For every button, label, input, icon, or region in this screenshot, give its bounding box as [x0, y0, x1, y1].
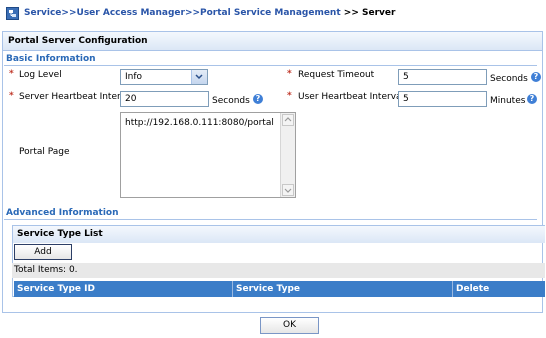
request-timeout-input[interactable]: 5: [398, 69, 487, 85]
required-mark: *: [287, 91, 292, 101]
section-divider: [4, 219, 537, 220]
breadcrumb-separator: >>: [184, 8, 201, 18]
basic-information-heading: Basic Information: [6, 54, 96, 64]
portal-page-label: Portal Page: [19, 147, 70, 157]
breadcrumb-separator: >>: [340, 8, 362, 18]
user-heartbeat-interval-label: User Heartbeat Interval: [298, 92, 405, 102]
user-heartbeat-unit: Minutes: [490, 96, 526, 106]
scroll-up-icon[interactable]: [282, 114, 294, 126]
breadcrumb-current-server: Server: [362, 8, 396, 18]
server-heartbeat-interval-label: Server Heartbeat Interval: [19, 92, 135, 102]
server-heartbeat-interval-input[interactable]: 20: [120, 91, 209, 107]
textarea-scrollbar[interactable]: [280, 113, 295, 197]
portal-page-textarea[interactable]: http://192.168.0.111:8080/portal: [120, 112, 296, 198]
breadcrumb-separator: >>: [61, 8, 77, 18]
portal-page-value: http://192.168.0.111:8080/portal: [125, 118, 274, 128]
section-divider: [4, 65, 537, 66]
breadcrumb-user-access-manager[interactable]: User Access Manager: [77, 8, 185, 18]
required-mark: *: [9, 69, 14, 79]
user-heartbeat-interval-input[interactable]: 5: [398, 91, 487, 107]
breadcrumb-service[interactable]: Service: [24, 8, 61, 18]
help-icon[interactable]: ?: [253, 94, 263, 104]
required-mark: *: [9, 91, 14, 101]
ok-button[interactable]: OK: [260, 317, 319, 334]
service-type-list-title: Service Type List: [13, 226, 545, 243]
request-timeout-label: Request Timeout: [298, 70, 375, 80]
server-heartbeat-unit: Seconds: [212, 96, 250, 106]
log-level-value: Info: [125, 72, 143, 82]
total-items: Total Items: 0.: [12, 263, 545, 278]
panel-title: Portal Server Configuration: [3, 32, 542, 51]
breadcrumb-bar: Service>>User Access Manager>>Portal Ser…: [0, 0, 546, 26]
log-level-label: Log Level: [19, 70, 62, 80]
column-service-type[interactable]: Service Type: [233, 281, 453, 297]
breadcrumb: Service>>User Access Manager>>Portal Ser…: [24, 8, 395, 18]
advanced-information-heading: Advanced Information: [6, 208, 119, 218]
chevron-down-icon[interactable]: [191, 70, 207, 84]
help-icon[interactable]: ?: [527, 94, 537, 104]
scroll-down-icon[interactable]: [282, 184, 294, 196]
breadcrumb-portal-service-management[interactable]: Portal Service Management: [200, 8, 341, 18]
required-mark: *: [287, 69, 292, 79]
log-level-select[interactable]: Info: [120, 69, 208, 85]
help-icon[interactable]: ?: [531, 72, 541, 82]
service-type-table-header: Service Type ID Service Type Delete: [14, 281, 545, 297]
request-timeout-unit: Seconds: [490, 74, 528, 84]
navigation-tree-icon: [6, 7, 19, 20]
add-button[interactable]: Add: [14, 244, 72, 260]
column-service-type-id[interactable]: Service Type ID: [14, 281, 233, 297]
column-delete[interactable]: Delete: [453, 281, 545, 297]
